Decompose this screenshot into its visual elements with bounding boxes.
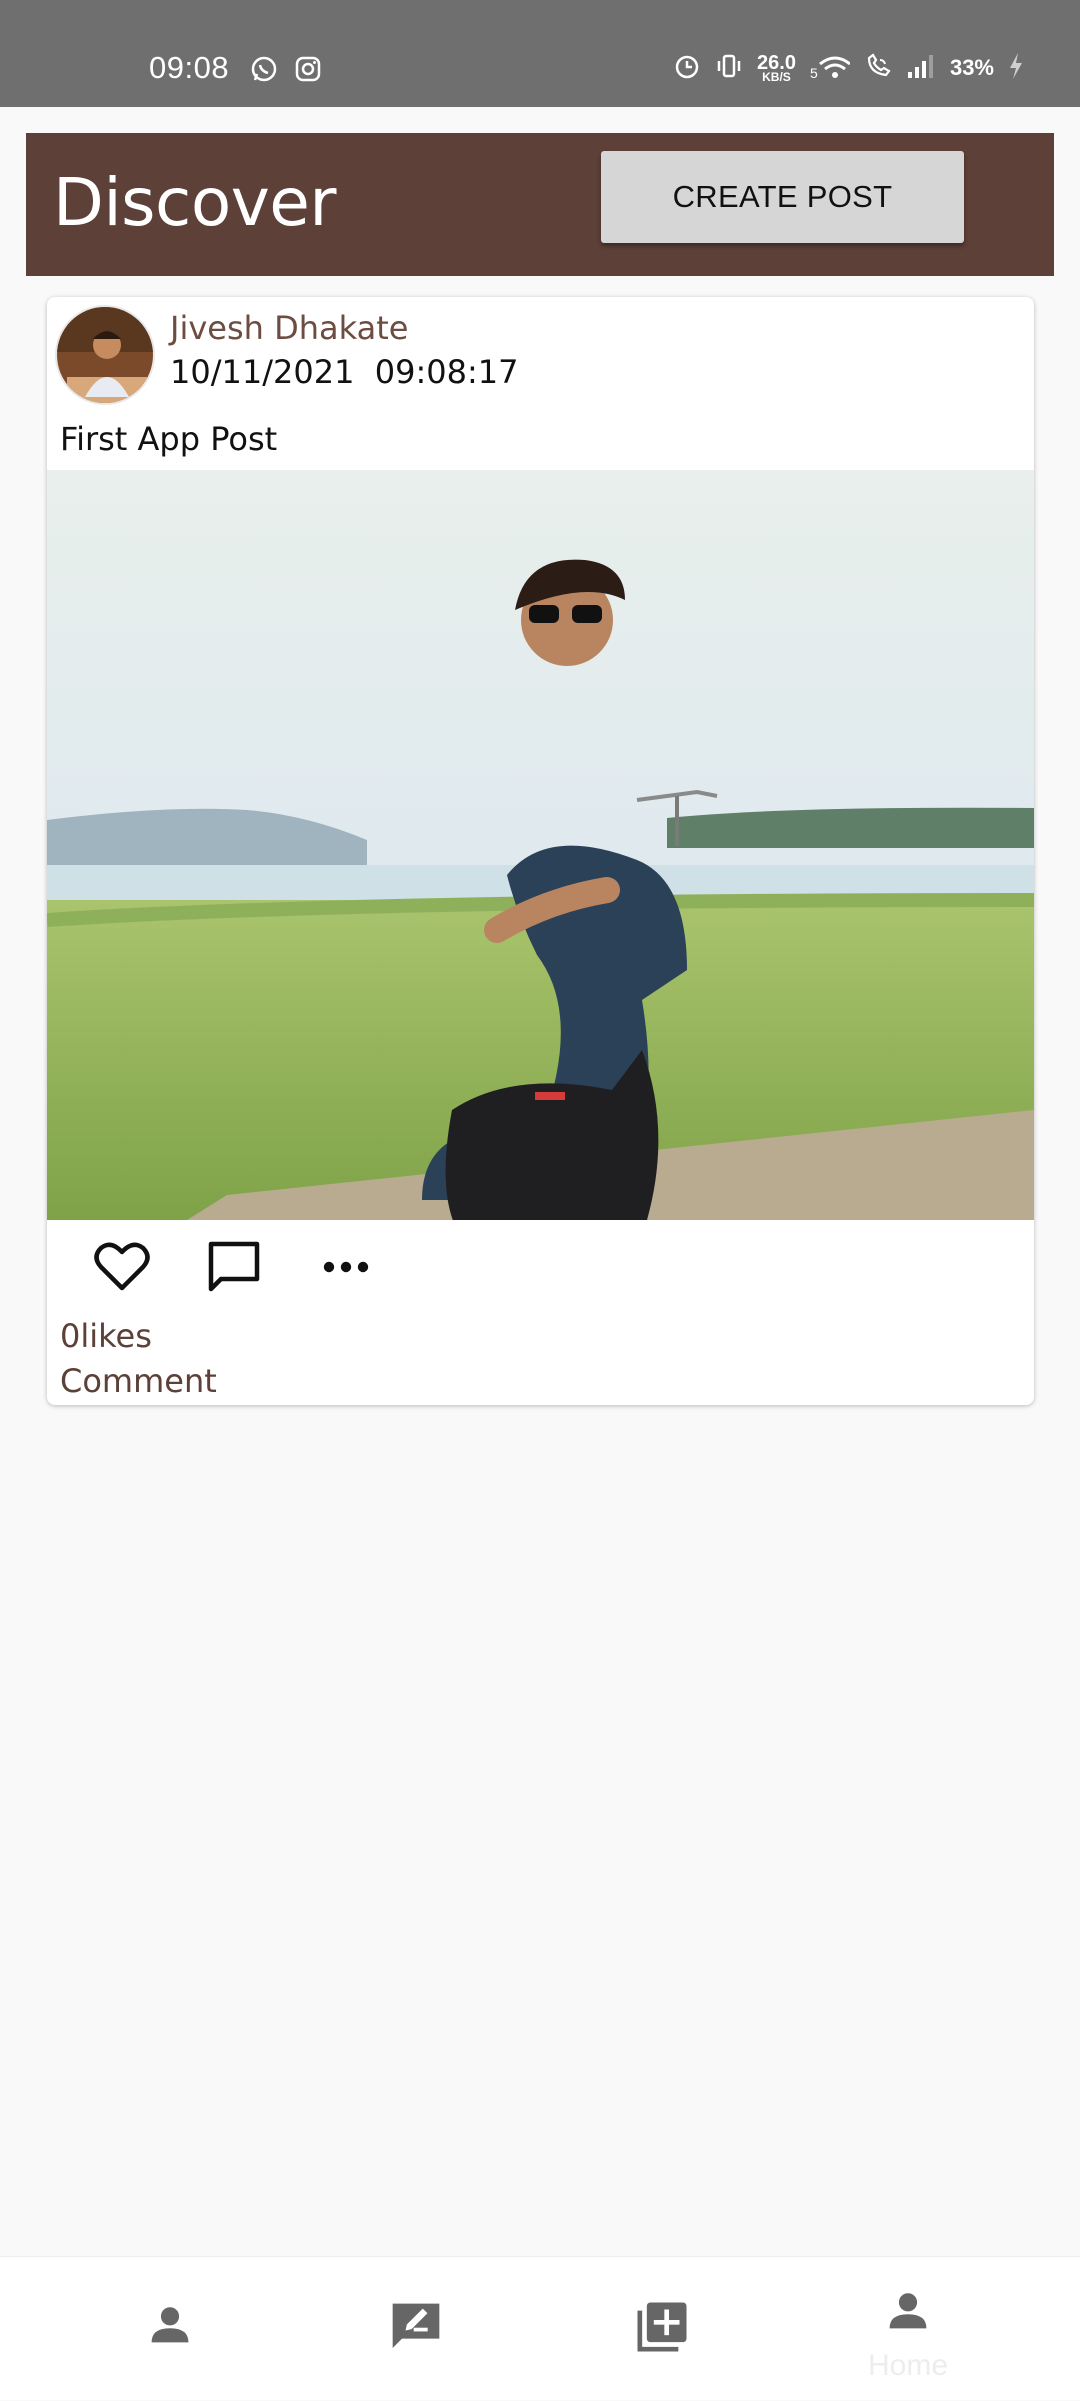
whatsapp-icon xyxy=(250,55,278,87)
nav-item-profile[interactable] xyxy=(90,2257,250,2401)
network-speed: 26.0 KB/S xyxy=(757,51,796,84)
edit-note-icon xyxy=(388,2299,444,2359)
wifi-icon: 5 xyxy=(810,52,851,84)
post-card: Jivesh Dhakate 10/11/2021 09:08:17 First… xyxy=(47,297,1034,1405)
signal-icon xyxy=(906,52,936,84)
add-post-icon xyxy=(634,2299,690,2359)
page-title: Discover xyxy=(53,164,337,241)
post-date: 10/11/2021 xyxy=(170,353,355,391)
nav-item-edit[interactable] xyxy=(336,2257,496,2401)
nav-item-add-post[interactable] xyxy=(582,2257,742,2401)
bottom-navigation: Home xyxy=(0,2256,1080,2400)
person-icon xyxy=(144,2299,196,2355)
alarm-icon xyxy=(673,52,701,84)
create-post-button[interactable]: CREATE POST xyxy=(601,151,964,243)
post-caption: First App Post xyxy=(60,420,278,458)
comment-icon[interactable] xyxy=(199,1237,269,1297)
post-time: 09:08:17 xyxy=(374,353,519,391)
more-icon[interactable] xyxy=(311,1237,381,1297)
likes-count[interactable]: 0likes xyxy=(60,1317,152,1355)
post-image[interactable] xyxy=(47,470,1034,1220)
heart-icon[interactable] xyxy=(87,1237,157,1297)
instagram-icon xyxy=(294,55,322,87)
wifi-calling-icon xyxy=(864,52,892,84)
discover-header: Discover CREATE POST xyxy=(26,133,1054,276)
status-bar: 09:08 26.0 KB/S 5 33% xyxy=(0,0,1080,107)
post-datetime: 10/11/2021 09:08:17 xyxy=(170,353,519,391)
battery-percent: 33% xyxy=(949,55,994,80)
post-actions xyxy=(87,1237,381,1297)
nav-home-label: Home xyxy=(867,2349,949,2382)
vibrate-icon xyxy=(715,52,743,84)
nav-item-home[interactable]: Home xyxy=(828,2257,988,2401)
author-avatar[interactable] xyxy=(55,305,155,405)
status-time: 09:08 xyxy=(149,50,230,85)
comment-link[interactable]: Comment xyxy=(60,1362,217,1400)
charging-icon xyxy=(1008,52,1024,84)
post-author[interactable]: Jivesh Dhakate xyxy=(170,309,408,347)
person-icon xyxy=(882,2285,934,2341)
svg-text:5: 5 xyxy=(810,65,818,80)
